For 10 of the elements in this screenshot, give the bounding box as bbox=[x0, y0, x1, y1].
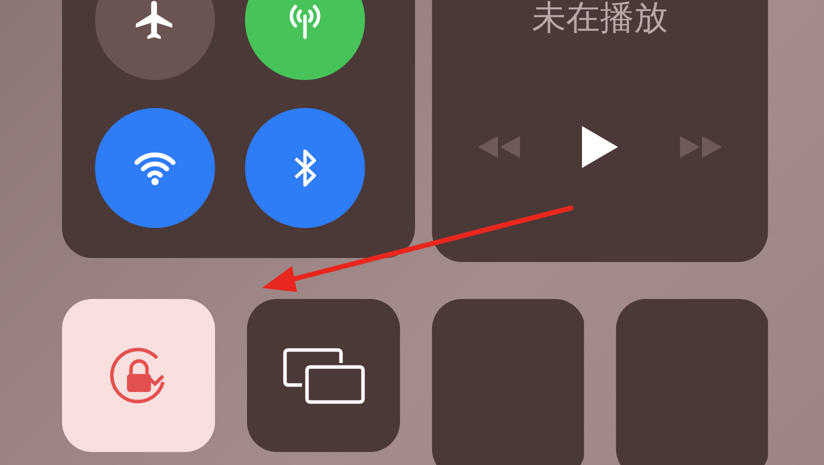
now-playing-status: 未在播放 bbox=[532, 0, 668, 38]
play-button[interactable] bbox=[580, 124, 620, 170]
screen-mirroring-icon bbox=[282, 346, 366, 404]
screen-mirroring-button[interactable] bbox=[247, 299, 400, 452]
control-tile[interactable] bbox=[616, 299, 768, 465]
fast-forward-icon bbox=[678, 134, 724, 160]
control-tile[interactable] bbox=[432, 299, 584, 465]
rewind-icon bbox=[476, 134, 522, 160]
play-icon bbox=[580, 124, 620, 170]
rotation-lock-button[interactable] bbox=[62, 299, 215, 452]
